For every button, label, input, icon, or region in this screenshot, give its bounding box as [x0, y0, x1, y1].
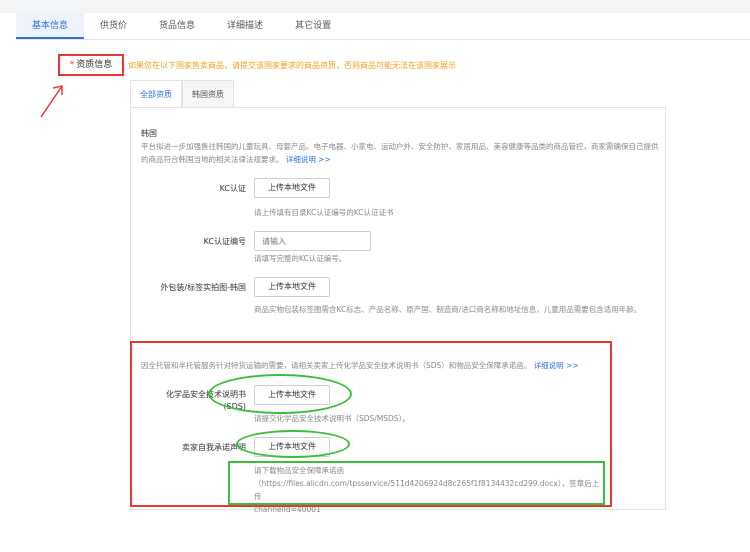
annotation-green-ellipse-commitment — [236, 430, 350, 458]
annotation-green-rect — [228, 461, 605, 505]
tab-other-settings[interactable]: 其它设置 — [279, 13, 347, 39]
kc-cert-label: KC认证 — [219, 184, 246, 193]
kc-number-hint: 请填写完整的KC认证编号。 — [254, 254, 347, 263]
region-description-text: 平台拟进一步加强售往韩国的儿童玩具、母婴产品、电子电器、小家电、运动户外、安全防… — [141, 142, 659, 164]
region-description: 平台拟进一步加强售往韩国的儿童玩具、母婴产品、电子电器、小家电、运动户外、安全防… — [141, 140, 661, 166]
packaging-hint: 商品实物包装标签图需含KC标志、产品名称、原产国、制造商/进口商名称和地址信息，… — [254, 305, 642, 314]
tab-supply-price[interactable]: 供货价 — [84, 13, 143, 39]
top-band — [0, 0, 750, 13]
required-mark: * — [69, 60, 75, 70]
subtab-korea-qualifications[interactable]: 韩国资质 — [182, 80, 234, 108]
region-detail-link[interactable]: 详细说明 >> — [286, 155, 331, 164]
tab-goods-info[interactable]: 货品信息 — [143, 13, 211, 39]
packaging-upload-button[interactable]: 上传本地文件 — [254, 277, 330, 297]
qualification-label: 资质信息 — [76, 60, 113, 70]
qualification-subtabs: 全部资质 韩国资质 — [130, 80, 234, 108]
kc-number-input[interactable] — [254, 231, 371, 251]
qualification-warning: 如果您在以下国家售卖商品，请提交该国家要求的商品资质，否则商品可能无法在该国家展… — [128, 61, 456, 70]
subtab-all-qualifications[interactable]: 全部资质 — [130, 80, 182, 108]
main-tabs: 基本信息 供货价 货品信息 详细描述 其它设置 — [16, 13, 750, 40]
region-title: 韩国 — [141, 129, 157, 138]
kc-cert-hint: 请上传填有目录KC认证编号的KC认证证书 — [254, 208, 394, 217]
kc-number-label: KC认证编号 — [203, 237, 246, 246]
qualification-label-box: * 资质信息 — [58, 54, 124, 76]
kc-cert-upload-button[interactable]: 上传本地文件 — [254, 178, 330, 198]
tab-basic-info[interactable]: 基本信息 — [16, 13, 85, 39]
annotation-green-ellipse-sds — [208, 374, 352, 414]
tab-description[interactable]: 详细描述 — [211, 13, 279, 39]
packaging-label: 外包装/标签实拍图-韩国 — [160, 283, 246, 292]
annotation-arrow-icon — [40, 85, 63, 118]
